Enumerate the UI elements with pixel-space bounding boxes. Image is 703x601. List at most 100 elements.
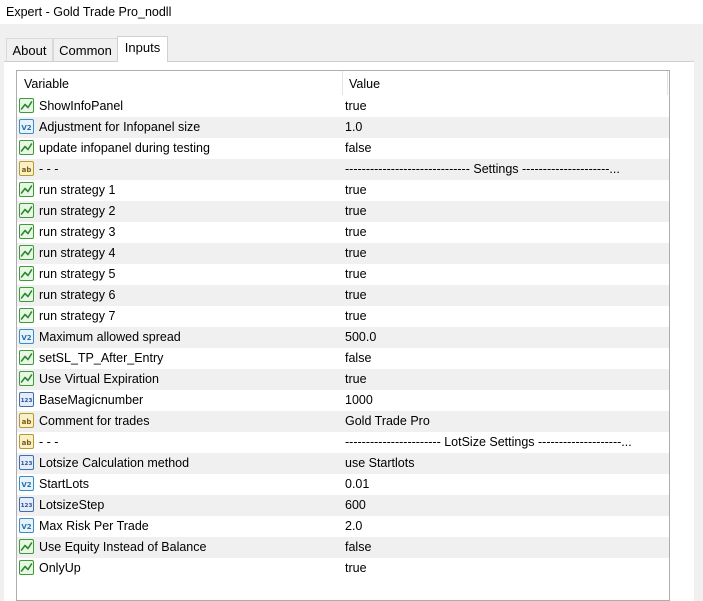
inputs-table: Variable Value ShowInfoPanel true V2 Adjust… (16, 70, 670, 601)
variable-value[interactable]: true (345, 222, 667, 243)
table-row[interactable]: run strategy 6 true (17, 285, 669, 306)
variable-value[interactable]: true (345, 285, 667, 306)
variable-name: Max Risk Per Trade (39, 519, 149, 533)
variable-value[interactable]: true (345, 264, 667, 285)
variable-value[interactable]: false (345, 348, 667, 369)
bool-icon (19, 308, 34, 323)
variable-name: run strategy 4 (39, 246, 116, 260)
variable-value[interactable]: use Startlots (345, 453, 667, 474)
variable-value[interactable]: 500.0 (345, 327, 667, 348)
tab-about[interactable]: About (6, 38, 53, 61)
table-row[interactable]: 123 LotsizeStep 600 (17, 495, 669, 516)
svg-text:V2: V2 (21, 523, 31, 531)
variable-name: run strategy 1 (39, 183, 116, 197)
table-row[interactable]: Use Virtual Expiration true (17, 369, 669, 390)
table-row[interactable]: run strategy 5 true (17, 264, 669, 285)
table-row[interactable]: ab - - - ----------------------- LotSize S… (17, 432, 669, 453)
svg-text:V2: V2 (21, 334, 31, 342)
string-icon: ab (19, 434, 34, 449)
table-row[interactable]: ShowInfoPanel true (17, 96, 669, 117)
variable-name: BaseMagicnumber (39, 393, 144, 407)
svg-text:V2: V2 (21, 124, 31, 132)
int-icon: 123 (19, 392, 34, 407)
tab-common[interactable]: Common (53, 38, 118, 61)
table-row[interactable]: run strategy 3 true (17, 222, 669, 243)
variable-name: LotsizeStep (39, 498, 105, 512)
bool-icon (19, 371, 34, 386)
tab-inputs[interactable]: Inputs (117, 36, 168, 62)
double-icon: V2 (19, 119, 34, 134)
bool-icon (19, 140, 34, 155)
variable-name: run strategy 5 (39, 267, 116, 281)
variable-value[interactable]: true (345, 96, 667, 117)
variable-value[interactable]: true (345, 243, 667, 264)
table-row[interactable]: setSL_TP_After_Entry false (17, 348, 669, 369)
window-title: Expert - Gold Trade Pro_nodll (6, 5, 172, 19)
table-row[interactable]: run strategy 7 true (17, 306, 669, 327)
table-row[interactable]: V2 Max Risk Per Trade 2.0 (17, 516, 669, 537)
table-row[interactable]: run strategy 4 true (17, 243, 669, 264)
svg-text:123: 123 (21, 398, 33, 404)
column-divider[interactable] (342, 71, 343, 95)
table-body: ShowInfoPanel true V2 Adjustment for Infopa… (17, 96, 669, 579)
bool-icon (19, 224, 34, 239)
svg-text:123: 123 (21, 461, 33, 467)
string-icon: ab (19, 413, 34, 428)
variable-value[interactable]: false (345, 537, 667, 558)
variable-value[interactable]: false (345, 138, 667, 159)
variable-name: OnlyUp (39, 561, 81, 575)
variable-value[interactable]: 1.0 (345, 117, 667, 138)
variable-value[interactable]: true (345, 180, 667, 201)
bool-icon (19, 560, 34, 575)
variable-name: setSL_TP_After_Entry (39, 351, 164, 365)
variable-name: ShowInfoPanel (39, 99, 124, 113)
variable-name: run strategy 2 (39, 204, 116, 218)
variable-name: Use Virtual Expiration (39, 372, 159, 386)
variable-value[interactable]: ----------------------- LotSize Settings… (345, 432, 667, 453)
table-row[interactable]: update infopanel during testing false (17, 138, 669, 159)
variable-value[interactable]: 1000 (345, 390, 667, 411)
variable-name: Maximum allowed spread (39, 330, 181, 344)
table-row[interactable]: run strategy 2 true (17, 201, 669, 222)
table-row[interactable]: run strategy 1 true (17, 180, 669, 201)
bool-icon (19, 266, 34, 281)
variable-name: update infopanel during testing (39, 141, 210, 155)
variable-value[interactable]: 600 (345, 495, 667, 516)
column-divider (667, 71, 668, 95)
bool-icon (19, 245, 34, 260)
table-row[interactable]: V2 Adjustment for Infopanel size 1.0 (17, 117, 669, 138)
variable-value[interactable]: ------------------------------ Settings … (345, 159, 667, 180)
variable-value[interactable]: Gold Trade Pro (345, 411, 667, 432)
variable-name: run strategy 7 (39, 309, 116, 323)
variable-name: Adjustment for Infopanel size (39, 120, 201, 134)
title-bar: Expert - Gold Trade Pro_nodll (0, 0, 703, 24)
table-row[interactable]: ab - - - ------------------------------ Se… (17, 159, 669, 180)
column-header-value[interactable]: Value (349, 71, 380, 95)
table-row[interactable]: OnlyUp true (17, 558, 669, 579)
table-row[interactable]: 123 BaseMagicnumber 1000 (17, 390, 669, 411)
variable-name: Comment for trades (39, 414, 150, 428)
int-icon: 123 (19, 455, 34, 470)
table-row[interactable]: V2 Maximum allowed spread 500.0 (17, 327, 669, 348)
variable-value[interactable]: 2.0 (345, 516, 667, 537)
svg-text:123: 123 (21, 503, 33, 509)
table-header: Variable Value (17, 71, 669, 95)
table-row[interactable]: 123 Lotsize Calculation method use Startlo… (17, 453, 669, 474)
table-row[interactable]: V2 StartLots 0.01 (17, 474, 669, 495)
table-row[interactable]: Use Equity Instead of Balance false (17, 537, 669, 558)
bool-icon (19, 539, 34, 554)
variable-value[interactable]: 0.01 (345, 474, 667, 495)
svg-text:V2: V2 (21, 481, 31, 489)
variable-name: Lotsize Calculation method (39, 456, 190, 470)
variable-value[interactable]: true (345, 369, 667, 390)
column-header-variable[interactable]: Variable (24, 71, 69, 95)
double-icon: V2 (19, 518, 34, 533)
svg-text:ab: ab (22, 166, 32, 174)
bool-icon (19, 98, 34, 113)
variable-value[interactable]: true (345, 558, 667, 579)
string-icon: ab (19, 161, 34, 176)
variable-value[interactable]: true (345, 201, 667, 222)
variable-value[interactable]: true (345, 306, 667, 327)
table-row[interactable]: ab Comment for trades Gold Trade Pro (17, 411, 669, 432)
bool-icon (19, 350, 34, 365)
